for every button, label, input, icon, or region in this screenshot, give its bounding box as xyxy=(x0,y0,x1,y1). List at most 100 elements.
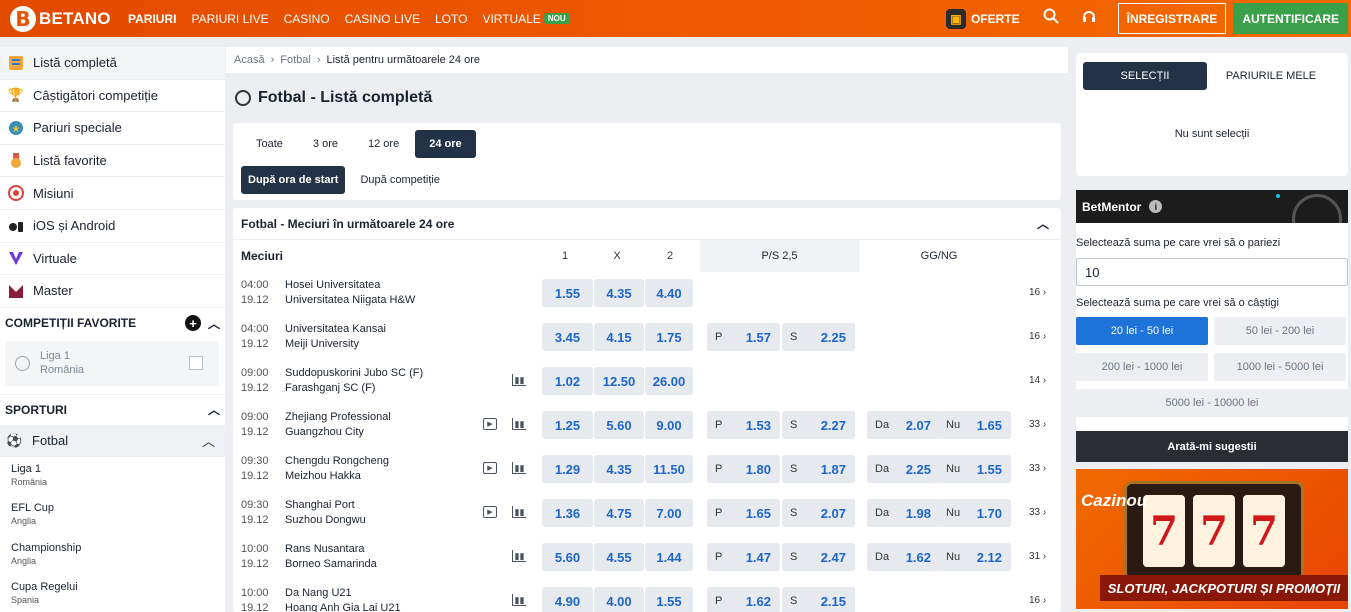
match-row[interactable]: 10:00 19.12 Da Nang U21 Hoang Anh Gia Lai U… xyxy=(233,580,1061,612)
odd-home[interactable]: 3.45 xyxy=(542,323,593,351)
more-markets-link[interactable]: 16 › xyxy=(1029,331,1046,342)
betano-logo[interactable]: B BETANO xyxy=(10,5,120,32)
match-teams[interactable]: Universitatea Kansai Meiji University xyxy=(285,322,386,352)
stats-icon[interactable]: ▮▮ xyxy=(512,550,526,562)
match-teams[interactable]: Suddopuskorini Jubo SC (F) Farashganj SC … xyxy=(285,366,423,396)
match-row[interactable]: 09:00 19.12 Zhejiang Professional Guangzhou… xyxy=(233,404,1061,448)
odd-under[interactable]: S 2.25 xyxy=(782,323,855,351)
more-markets-link[interactable]: 33 › xyxy=(1029,463,1046,474)
sidebar-item-full-list[interactable]: Listă completă xyxy=(0,47,225,80)
nav-pariuri[interactable]: PARIURI xyxy=(128,12,176,26)
stats-icon[interactable]: ▮▮ xyxy=(512,462,526,474)
sidebar-item-missions[interactable]: Misiuni xyxy=(0,177,225,210)
stats-icon[interactable]: ▮▮ xyxy=(512,374,526,386)
more-markets-link[interactable]: 33 › xyxy=(1029,419,1046,430)
amount-option[interactable]: 1000 lei - 5000 lei xyxy=(1214,353,1346,381)
add-favorite-icon[interactable]: + xyxy=(184,315,201,332)
more-markets-link[interactable]: 16 › xyxy=(1029,287,1046,298)
chevron-up-icon[interactable]: ︿ xyxy=(208,401,220,418)
odd-btts-yes[interactable]: Da 2.07 xyxy=(867,411,940,439)
odd-draw[interactable]: 4.75 xyxy=(594,499,644,527)
odd-away[interactable]: 4.40 xyxy=(645,279,693,307)
amount-option[interactable]: 50 lei - 200 lei xyxy=(1214,317,1346,345)
odd-away[interactable]: 1.44 xyxy=(645,543,693,571)
support-icon[interactable] xyxy=(1080,8,1098,29)
odd-home[interactable]: 1.36 xyxy=(542,499,593,527)
odd-home[interactable]: 4.90 xyxy=(542,587,593,612)
odd-over[interactable]: P 1.57 xyxy=(707,323,780,351)
login-button[interactable]: AUTENTIFICARE xyxy=(1233,3,1348,34)
more-markets-link[interactable]: 14 › xyxy=(1029,375,1046,386)
stake-input[interactable]: 10 xyxy=(1076,258,1348,286)
odd-away[interactable]: 26.00 xyxy=(645,367,693,395)
sport-football[interactable]: ⚽ Fotbal ︿ xyxy=(0,424,225,457)
odd-home[interactable]: 1.25 xyxy=(542,411,593,439)
odd-draw[interactable]: 4.55 xyxy=(594,543,644,571)
league-item[interactable]: EFL Cup Anglia xyxy=(0,496,225,536)
tab-24h[interactable]: 24 ore xyxy=(415,130,476,158)
odd-draw[interactable]: 5.60 xyxy=(594,411,644,439)
sidebar-item-specials[interactable]: ★ Pariuri speciale xyxy=(0,112,225,145)
odd-under[interactable]: S 2.07 xyxy=(782,499,855,527)
odd-draw[interactable]: 4.35 xyxy=(594,455,644,483)
search-icon[interactable] xyxy=(1042,8,1060,29)
show-suggestions-button[interactable]: Arată-mi sugestii xyxy=(1076,431,1348,462)
nav-casino-live[interactable]: CASINO LIVE xyxy=(345,12,420,26)
offers-button[interactable]: ▣ OFERTE xyxy=(945,8,1020,29)
odd-btts-yes[interactable]: Da 1.98 xyxy=(867,499,940,527)
match-row[interactable]: 09:00 19.12 Suddopuskorini Jubo SC (F) Fara… xyxy=(233,360,1061,404)
match-teams[interactable]: Zhejiang Professional Guangzhou City xyxy=(285,410,391,440)
odd-draw[interactable]: 4.15 xyxy=(594,323,644,351)
nav-loto[interactable]: LOTO xyxy=(435,12,467,26)
match-row[interactable]: 04:00 19.12 Hosei Universitatea Universitat… xyxy=(233,272,1061,316)
tab-my-bets[interactable]: PARIURILE MELE xyxy=(1209,62,1333,90)
odd-away[interactable]: 1.55 xyxy=(645,587,693,612)
odd-under[interactable]: S 2.15 xyxy=(782,587,855,612)
odd-draw[interactable]: 4.35 xyxy=(594,279,644,307)
more-markets-link[interactable]: 31 › xyxy=(1029,551,1046,562)
register-button[interactable]: ÎNREGISTRARE xyxy=(1117,3,1227,34)
odd-btts-no[interactable]: Nu 1.70 xyxy=(938,499,1011,527)
odd-away[interactable]: 7.00 xyxy=(645,499,693,527)
tab-all[interactable]: Toate xyxy=(242,130,297,158)
odd-home[interactable]: 1.02 xyxy=(542,367,593,395)
odd-btts-no[interactable]: Nu 1.65 xyxy=(938,411,1011,439)
match-teams[interactable]: Da Nang U21 Hoang Anh Gia Lai U21 xyxy=(285,586,401,612)
match-row[interactable]: 10:00 19.12 Rans Nusantara Borneo Samarinda… xyxy=(233,536,1061,580)
amount-option[interactable]: 5000 lei - 10000 lei xyxy=(1076,389,1348,417)
odd-home[interactable]: 1.29 xyxy=(542,455,593,483)
match-teams[interactable]: Shanghai Port Suzhou Dongwu xyxy=(285,498,366,528)
sidebar-item-outrights[interactable]: 🏆 Câștigători competiție xyxy=(0,80,225,113)
stats-icon[interactable]: ▮▮ xyxy=(512,418,526,430)
odd-away[interactable]: 9.00 xyxy=(645,411,693,439)
odd-draw[interactable]: 12.50 xyxy=(594,367,644,395)
odd-draw[interactable]: 4.00 xyxy=(594,587,644,612)
odd-over[interactable]: P 1.53 xyxy=(707,411,780,439)
sidebar-item-master[interactable]: Master xyxy=(0,275,225,308)
info-icon[interactable]: i xyxy=(1149,200,1163,213)
favorite-checkbox[interactable] xyxy=(189,356,203,371)
tab-selections[interactable]: SELECȚII xyxy=(1083,62,1207,90)
odd-home[interactable]: 1.55 xyxy=(542,279,593,307)
odd-under[interactable]: S 1.87 xyxy=(782,455,855,483)
stats-icon[interactable]: ▮▮ xyxy=(512,594,526,606)
match-teams[interactable]: Rans Nusantara Borneo Samarinda xyxy=(285,542,377,572)
more-markets-link[interactable]: 16 › xyxy=(1029,595,1046,606)
breadcrumb-home[interactable]: Acasă xyxy=(234,54,265,66)
match-row[interactable]: 09:30 19.12 Shanghai Port Suzhou Dongwu ▶ ▮▮ 1… xyxy=(233,492,1061,536)
live-stream-icon[interactable]: ▶ xyxy=(483,462,497,474)
odd-under[interactable]: S 2.47 xyxy=(782,543,855,571)
odd-btts-no[interactable]: Nu 2.12 xyxy=(938,543,1011,571)
live-stream-icon[interactable]: ▶ xyxy=(483,506,497,518)
match-teams[interactable]: Chengdu Rongcheng Meizhou Hakka xyxy=(285,454,389,484)
nav-pariuri-live[interactable]: PARIURI LIVE xyxy=(191,12,268,26)
events-header[interactable]: Fotbal - Meciuri în următoarele 24 ore ︿ xyxy=(233,208,1061,240)
chevron-up-icon[interactable]: ︿ xyxy=(1037,215,1049,232)
tab-by-start-time[interactable]: După ora de start xyxy=(241,166,346,194)
breadcrumb-sport[interactable]: Fotbal xyxy=(280,54,311,66)
sidebar-item-favorites[interactable]: Listă favorite xyxy=(0,145,225,178)
tab-12h[interactable]: 12 ore xyxy=(354,130,413,158)
odd-home[interactable]: 5.60 xyxy=(542,543,593,571)
odd-over[interactable]: P 1.65 xyxy=(707,499,780,527)
odd-over[interactable]: P 1.62 xyxy=(707,587,780,612)
